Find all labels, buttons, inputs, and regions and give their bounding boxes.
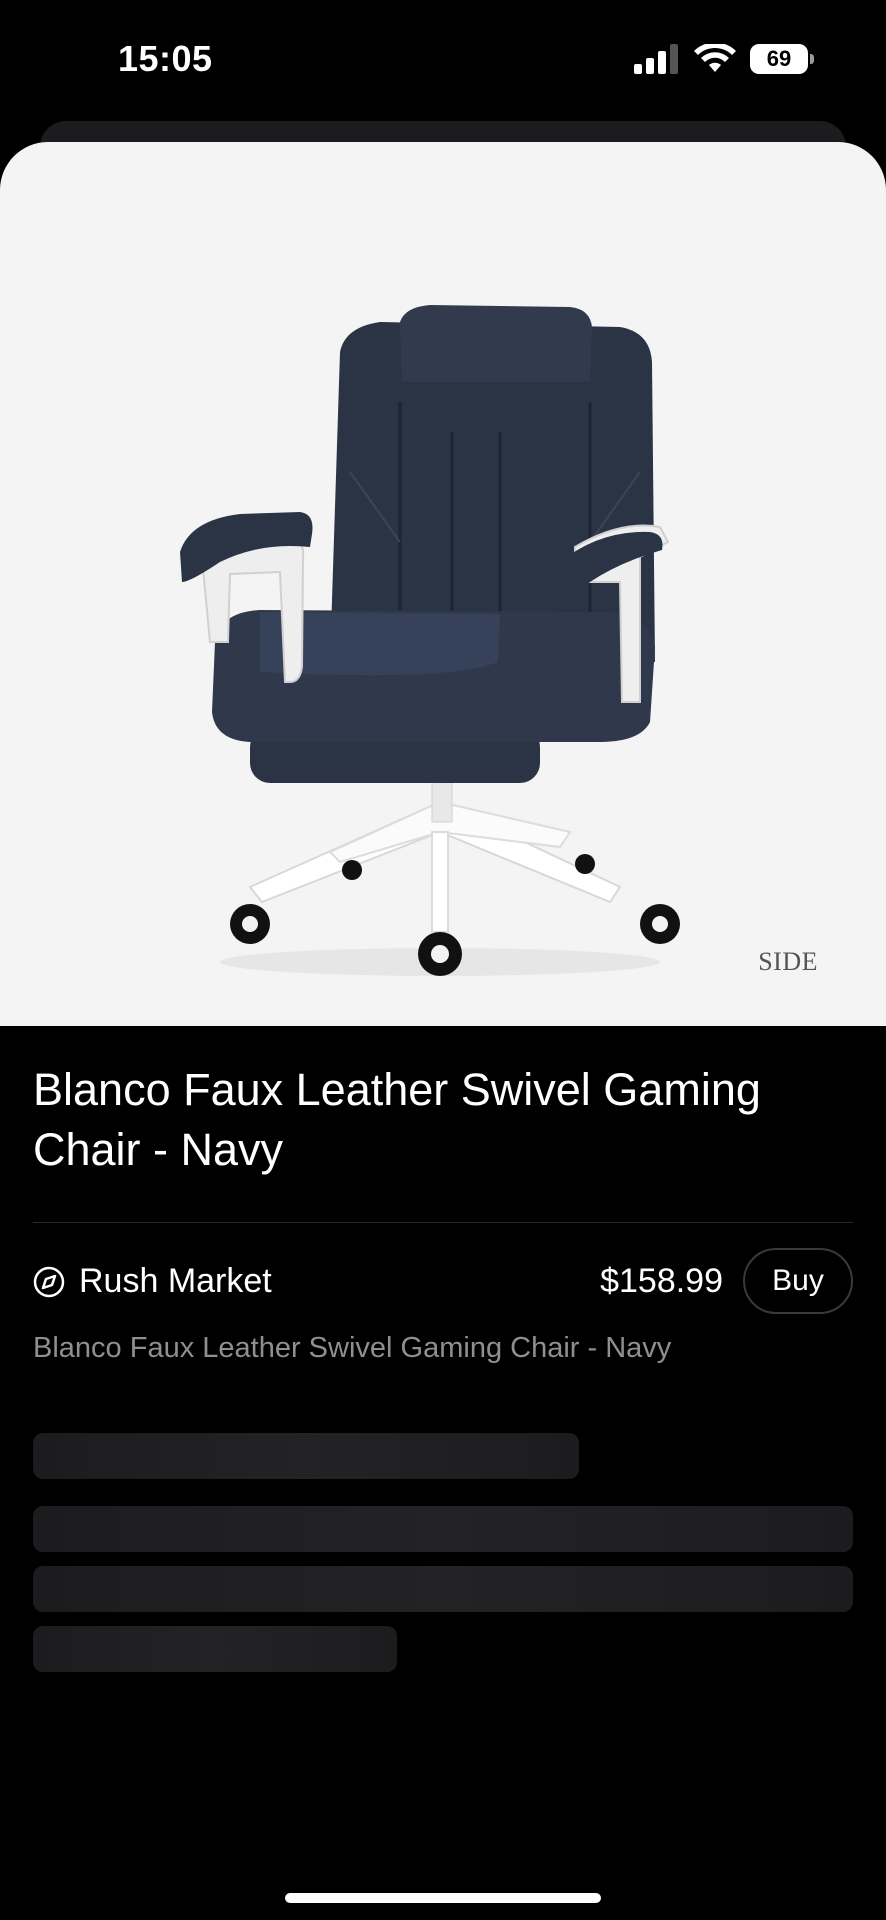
compass-icon	[33, 1266, 65, 1298]
merchant-row: Rush Market $158.99 Buy	[33, 1248, 853, 1318]
chair-image	[180, 305, 680, 976]
buy-button[interactable]: Buy	[743, 1248, 853, 1314]
status-time: 15:05	[118, 38, 213, 79]
product-image[interactable]: SIDE	[0, 142, 886, 1026]
divider	[33, 1222, 853, 1223]
status-icons: 69	[634, 44, 814, 74]
merchant-name[interactable]: Rush Market	[79, 1262, 272, 1301]
product-subtitle: Blanco Faux Leather Swivel Gaming Chair …	[33, 1332, 672, 1364]
cellular-signal-icon	[634, 44, 678, 74]
loading-placeholder	[33, 1433, 579, 1479]
status-bar: 15:05 69	[0, 0, 886, 120]
home-indicator[interactable]	[285, 1893, 601, 1903]
loading-placeholder	[33, 1566, 853, 1612]
product-title: Blanco Faux Leather Swivel Gaming Chair …	[33, 1064, 761, 1175]
battery-icon: 69	[750, 44, 814, 74]
product-price: $158.99	[600, 1262, 723, 1300]
loading-placeholder	[33, 1626, 397, 1672]
image-side-label: SIDE	[758, 947, 818, 976]
wifi-icon	[694, 44, 736, 72]
loading-placeholder	[33, 1506, 853, 1552]
